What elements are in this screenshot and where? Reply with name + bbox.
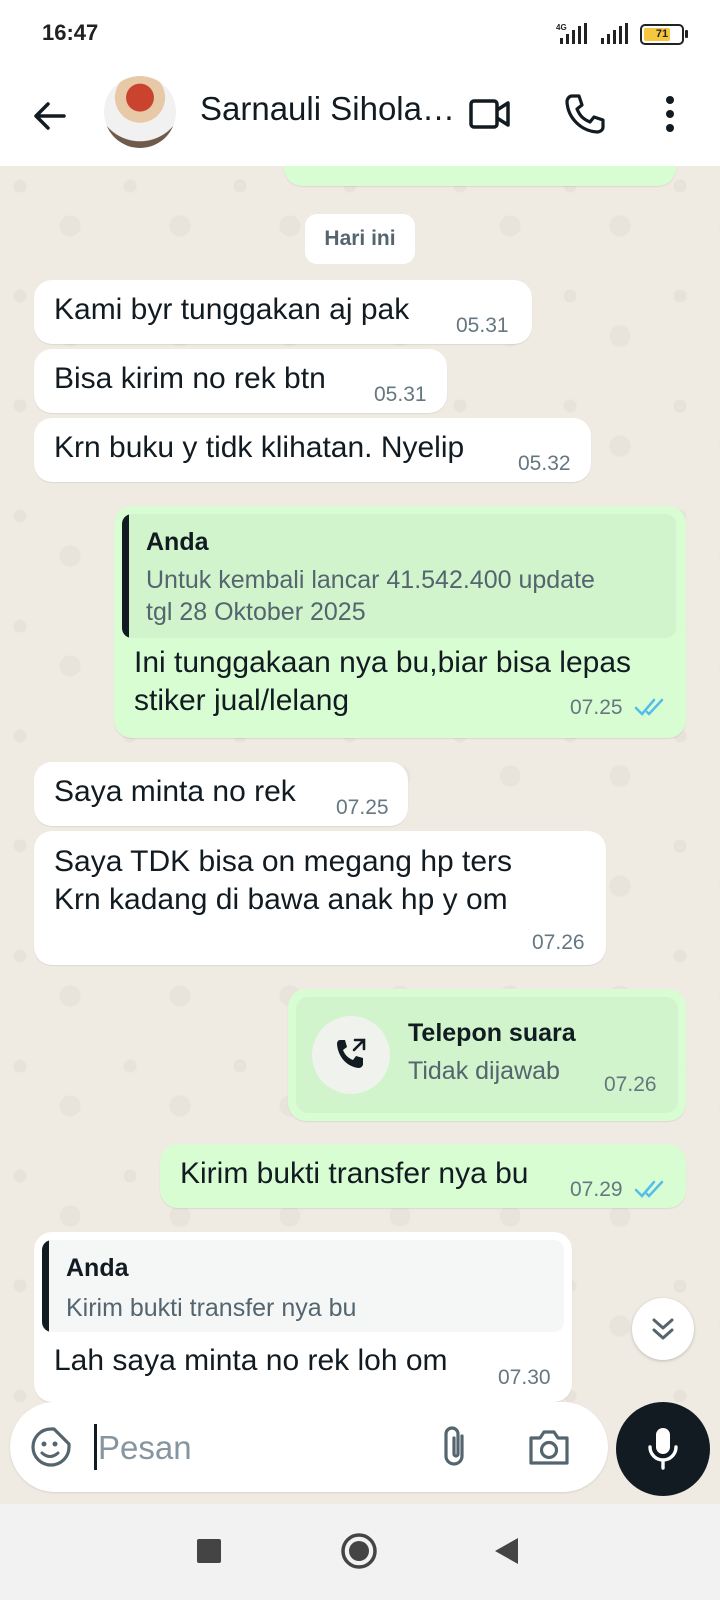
contact-name[interactable]: Sarnauli Sihola… [200,90,460,128]
date-chip: Hari ini [305,214,415,264]
message-bubble-incoming[interactable]: Kami byr tunggakan aj pak 05.31 [34,280,532,344]
chat-area[interactable]: Hari ini Kami byr tunggakan aj pak 05.31… [0,166,720,1402]
message-text: Saya minta no rek [54,775,296,808]
message-bubble-outgoing[interactable]: Anda Untuk kembali lancar 41.542.400 upd… [114,506,686,738]
microphone-icon [648,1428,678,1470]
avatar[interactable] [104,76,176,148]
message-time: 07.26 [532,931,585,954]
chat-header: Sarnauli Sihola… [0,68,720,167]
message-time: 05.32 [518,452,571,475]
quote-author: Anda [66,1254,129,1282]
message-time: 05.31 [456,314,509,337]
call-title: Telepon suara [408,1019,576,1047]
missed-call-icon [337,1038,366,1068]
camera-icon[interactable] [526,1426,572,1468]
attachment-icon[interactable] [434,1424,478,1470]
status-icons: 4G 71 [554,22,688,46]
message-text: Kami byr tunggakan aj pak [54,293,410,326]
sticker-emoji-icon[interactable] [30,1426,72,1468]
message-text: Krn buku y tidk klihatan. Nyelip [54,431,465,464]
message-composer [10,1402,608,1492]
quoted-message[interactable]: Anda Untuk kembali lancar 41.542.400 upd… [122,514,676,638]
message-bubble-incoming[interactable]: Anda Kirim bukti transfer nya bu Lah say… [34,1232,572,1402]
quoted-message[interactable]: Anda Kirim bukti transfer nya bu [42,1240,564,1332]
message-bubble-incoming[interactable]: Bisa kirim no rek btn 05.31 [34,349,447,413]
home-icon[interactable] [340,1532,378,1570]
svg-text:4G: 4G [556,23,567,32]
message-time: 07.29 [570,1178,623,1201]
status-time: 16:47 [42,20,99,45]
message-time: 07.30 [498,1366,551,1389]
message-time: 05.31 [374,383,427,406]
quote-bar [42,1240,49,1332]
read-ticks-icon [634,698,664,716]
message-input[interactable] [96,1422,420,1474]
message-bubble-outgoing[interactable]: Kirim bukti transfer nya bu 07.29 [160,1144,686,1208]
message-bubble-partial[interactable] [284,166,676,186]
recent-apps-icon[interactable] [196,1538,222,1564]
voice-message-button[interactable] [616,1402,710,1496]
message-text: Ini tunggakaan nya bu,biar bisa lepas st… [134,646,632,717]
read-ticks-icon [634,1180,664,1198]
message-time: 07.25 [336,796,389,819]
signal-4g-icon: 4G [556,23,587,44]
signal-icon [601,23,628,44]
double-chevron-down-icon [652,1318,674,1340]
message-time: 07.26 [604,1073,657,1096]
video-call-icon[interactable] [466,90,514,138]
quote-bar [122,514,129,638]
quote-author: Anda [146,528,209,556]
message-time: 07.25 [570,696,623,719]
call-icon-circle [312,1016,390,1094]
message-text: Lah saya minta no rek loh om [54,1344,448,1377]
system-navigation-bar [0,1504,720,1600]
message-bubble-incoming[interactable]: Saya TDK bisa on megang hp ters Krn kada… [34,831,606,965]
quote-text: Kirim bukti transfer nya bu [66,1294,357,1322]
message-text: Kirim bukti transfer nya bu [180,1157,529,1190]
call-status: Tidak dijawab [408,1057,560,1085]
voice-call-bubble[interactable]: Telepon suara Tidak dijawab 07.26 [288,989,686,1121]
message-bubble-incoming[interactable]: Krn buku y tidk klihatan. Nyelip 05.32 [34,418,591,482]
message-bubble-incoming[interactable]: Saya minta no rek 07.25 [34,762,408,826]
message-text: Saya TDK bisa on megang hp ters Krn kada… [54,845,513,916]
status-bar: 16:47 4G 71 [0,0,720,68]
more-options-icon[interactable] [646,90,694,138]
back-arrow-icon[interactable] [28,94,72,138]
message-text: Bisa kirim no rek btn [54,362,326,395]
quote-text: Untuk kembali lancar 41.542.400 update t… [146,566,595,626]
phone-call-icon[interactable] [560,90,608,138]
battery-icon: 71 [640,23,688,45]
battery-level: 71 [655,28,669,40]
scroll-to-bottom-button[interactable] [632,1298,694,1360]
back-nav-icon[interactable] [492,1536,520,1566]
